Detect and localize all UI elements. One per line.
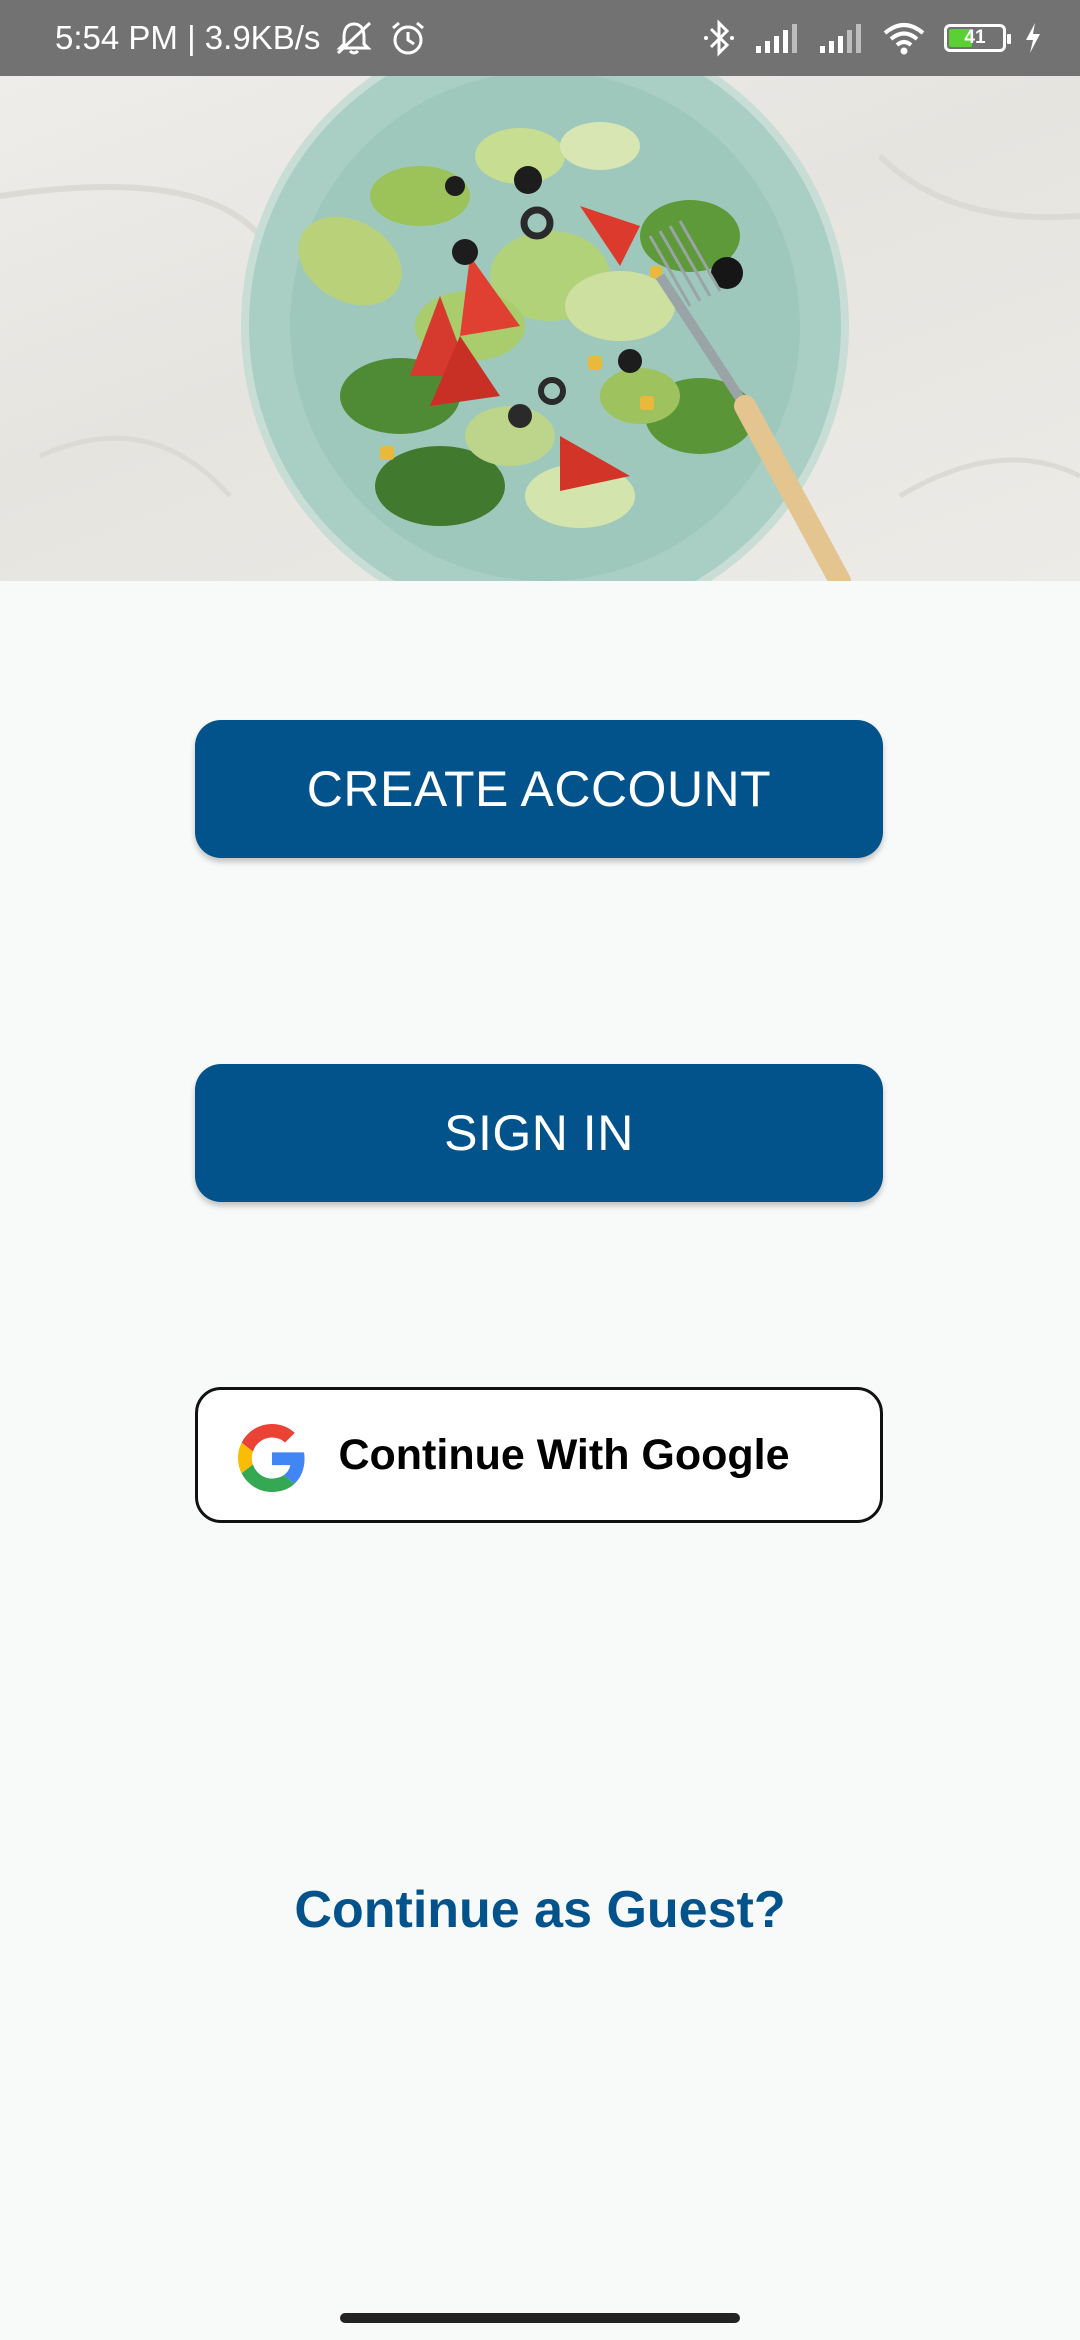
battery-icon: 41 — [944, 24, 1011, 52]
status-left: 5:54 PM | 3.9KB/s — [55, 19, 428, 57]
alarm-icon — [388, 19, 428, 57]
google-icon — [238, 1424, 306, 1492]
create-account-label: CREATE ACCOUNT — [306, 761, 772, 817]
google-button-label: Continue With Google — [338, 1430, 790, 1479]
bluetooth-icon — [702, 19, 736, 57]
home-indicator[interactable] — [340, 2313, 740, 2323]
signal-icon — [818, 22, 864, 54]
signal-icon — [754, 22, 800, 54]
continue-as-guest-link[interactable]: Continue as Guest? — [0, 1880, 1080, 1940]
create-account-button[interactable]: CREATE ACCOUNT — [195, 720, 883, 858]
sign-in-label: SIGN IN — [444, 1105, 634, 1161]
status-bar: 5:54 PM | 3.9KB/s 41 — [0, 0, 1080, 76]
sign-in-button[interactable]: SIGN IN — [195, 1064, 883, 1202]
wifi-icon — [882, 21, 926, 55]
hero-salad-image — [0, 76, 1080, 581]
muted-bell-icon — [334, 19, 374, 57]
continue-with-google-button[interactable]: Continue With Google — [195, 1387, 883, 1523]
battery-level: 41 — [964, 27, 986, 48]
status-right: 41 — [702, 19, 1042, 57]
charging-icon — [1024, 22, 1042, 54]
status-time-speed: 5:54 PM | 3.9KB/s — [55, 19, 321, 56]
